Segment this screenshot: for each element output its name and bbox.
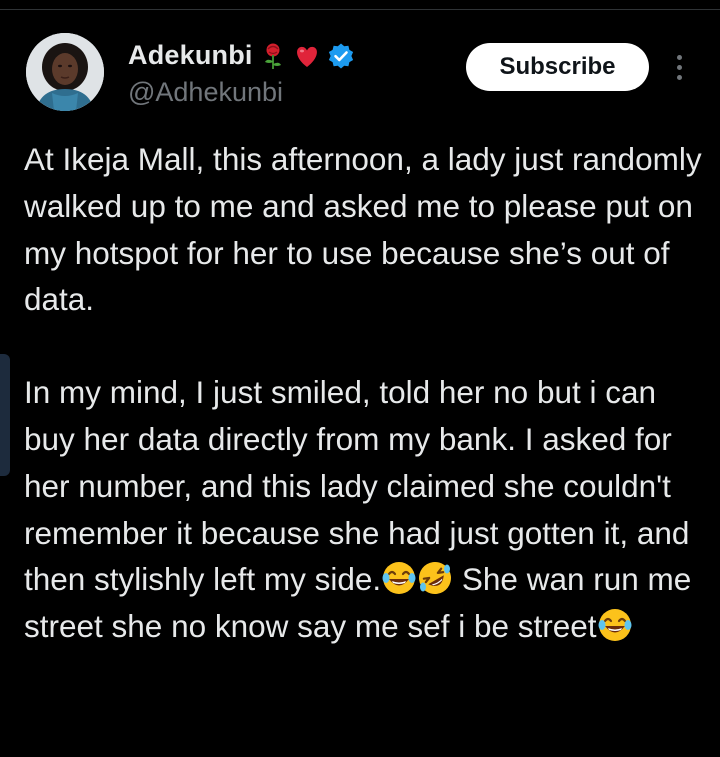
avatar[interactable] (26, 33, 104, 111)
tweet-paragraph-1: At Ikeja Mall, this afternoon, a lady ju… (24, 141, 702, 318)
user-handle[interactable]: @Adhekunbi (128, 77, 283, 108)
display-name[interactable]: Adekunbi (128, 40, 253, 71)
laughing-tears-icon (381, 560, 417, 596)
more-options-icon[interactable] (668, 50, 690, 84)
top-divider (0, 9, 720, 10)
rose-icon (259, 42, 287, 70)
tweet-text: At Ikeja Mall, this afternoon, a lady ju… (24, 136, 714, 650)
subscribe-button[interactable]: Subscribe (466, 43, 649, 91)
laughing-tears-icon (597, 607, 633, 643)
tweet-paragraph-2: In my mind, I just smiled, told her no b… (24, 369, 714, 650)
author-line: Adekunbi (128, 40, 355, 71)
verified-badge-icon[interactable] (327, 42, 355, 70)
rolling-laughing-icon (417, 560, 453, 596)
scroll-indicator (0, 354, 10, 476)
red-heart-icon (293, 42, 321, 70)
